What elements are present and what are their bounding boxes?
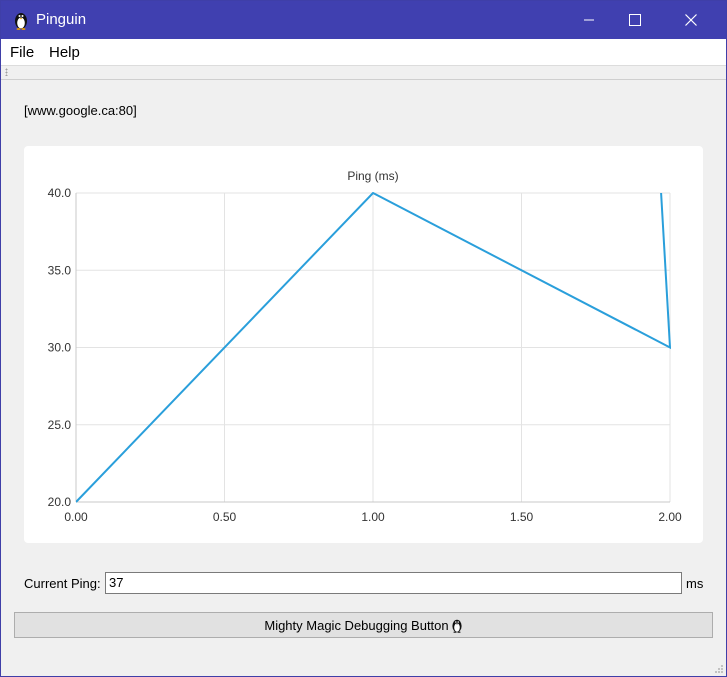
x-tick-label: 2.00 [658, 510, 682, 524]
title-bar[interactable]: Pinguin [1, 1, 726, 39]
close-icon [685, 14, 697, 26]
x-tick-label: 0.00 [64, 510, 88, 524]
menu-help[interactable]: Help [49, 44, 80, 61]
y-tick-label: 35.0 [48, 263, 72, 277]
main-window: Pinguin File Help [www.google.ca:80] Pin… [0, 0, 727, 677]
menu-file[interactable]: File [10, 44, 34, 61]
chart-title: Ping (ms) [347, 169, 398, 183]
window-title: Pinguin [36, 11, 87, 28]
ping-unit-label: ms [686, 576, 704, 591]
ping-chart: Ping (ms) 0.00 0.50 1.00 1.50 2.00 20.0 25.0 30.… [48, 169, 682, 524]
penguin-icon [15, 13, 27, 30]
minimize-button[interactable] [566, 1, 612, 39]
y-tick-label: 30.0 [48, 341, 72, 355]
minimize-icon [584, 19, 594, 21]
toolbar [1, 66, 726, 80]
y-tick-label: 25.0 [48, 418, 72, 432]
y-tick-label: 40.0 [48, 186, 72, 200]
resize-grip-handle[interactable] [714, 664, 724, 674]
close-button[interactable] [668, 1, 714, 39]
y-tick-label: 20.0 [48, 495, 72, 509]
maximize-button[interactable] [612, 1, 658, 39]
x-tick-label: 0.50 [213, 510, 237, 524]
host-label: [www.google.ca:80] [24, 103, 137, 118]
ping-chart-panel: Ping (ms) 0.00 0.50 1.00 1.50 2.00 20.0 25.0 30.… [24, 146, 703, 543]
toolbar-grip-handle[interactable] [5, 68, 8, 76]
debug-button[interactable]: Mighty Magic Debugging Button [14, 612, 713, 638]
x-tick-label: 1.00 [361, 510, 385, 524]
x-tick-label: 1.50 [510, 510, 534, 524]
current-ping-field[interactable]: 37 [105, 572, 682, 594]
current-ping-label: Current Ping: [24, 576, 101, 591]
menu-bar: File Help [1, 39, 726, 66]
debug-button-label: Mighty Magic Debugging Button [264, 617, 449, 633]
maximize-icon [629, 14, 641, 26]
penguin-icon [452, 619, 462, 633]
